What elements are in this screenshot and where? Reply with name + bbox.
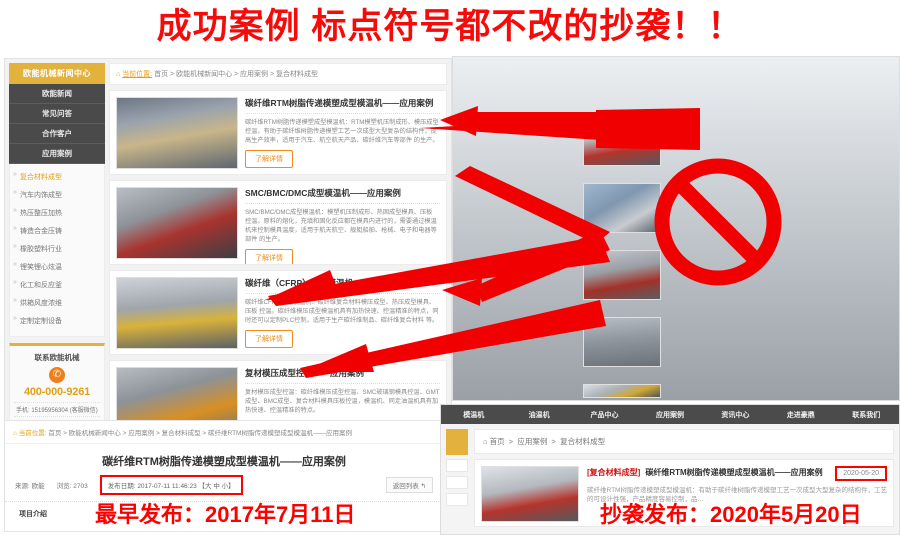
sidebar-item-faq[interactable]: 常见问答: [9, 104, 105, 124]
article-thumbnail: [116, 187, 238, 259]
sidebar-sub-oven[interactable]: 烘箱风度浓维: [10, 294, 104, 312]
copycat-sidebar: 应用案例 化工反应釜控温 热压成型控温 铸铝合金压铸 复合材料成型 锂笑锂池控温…: [453, 57, 899, 400]
article-title[interactable]: 碳纤维RTM树脂传递模塑成型模温机——应用案例: [245, 97, 440, 109]
breadcrumb: ⌂ 当前位置: 首页 > 欧能机械新闻中心 > 应用案例 > 复合材料成型: [109, 63, 447, 85]
contact-title: 联系欧能机械: [34, 353, 80, 362]
sidebar-item-cases[interactable]: 应用案例: [9, 144, 105, 164]
article-desc: 碳纤维RTM树脂传递模塑成型模温机：RTM模塑机压制成形、模压成型 控温，有助于…: [245, 119, 439, 144]
publish-date-highlight: 2020-05-20: [835, 466, 887, 481]
breadcrumb: ⌂ 当前位置: 首页 > 欧能机械新闻中心 > 应用案例 > 复合材料成型 > …: [5, 421, 443, 444]
article-thumbnail: [583, 116, 661, 166]
breadcrumb-label: 当前位置:: [18, 430, 47, 437]
article-title[interactable]: 碳纤维RTM树脂传递模塑成型模温机——应用案例: [645, 467, 822, 478]
sidebar-item-block[interactable]: [446, 476, 468, 489]
article-card[interactable]: 碳纤维（CFRP）成型模温机——应用案例 碳纤维CFRP成型模温机：碳纤维复合材…: [109, 270, 447, 355]
contact-phone: 400-000-9261: [23, 386, 91, 398]
page-headline: 成功案例 标点符号都不改的抄袭！！: [156, 7, 744, 46]
page-title: 碳纤维RTM树脂传递模塑成型模温机——应用案例: [102, 456, 346, 468]
annotation-copied: 抄袭发布：2020年5月20日: [600, 502, 862, 527]
breadcrumb-path: 首页 > 欧能机械新闻中心 > 应用案例 > 复合材料成型: [154, 71, 319, 78]
article-thumbnail: [583, 384, 661, 398]
back-to-list-button[interactable]: 返回列表 ↰: [385, 477, 433, 493]
article-title[interactable]: 碳纤维（CFRP）成型模温机——应用案例: [245, 277, 440, 289]
annotation-earliest: 最早发布：2017年7月11日: [95, 502, 356, 527]
sidebar-sub-composite[interactable]: 复合材料成型: [10, 168, 104, 186]
sidebar-sub-chemical[interactable]: 化工和反应釜: [10, 276, 104, 294]
detail-button[interactable]: 了解详情: [245, 330, 293, 348]
article-thumbnail: [481, 466, 579, 522]
nav-item-cases[interactable]: 应用案例: [637, 410, 702, 420]
sidebar-sub-diecast[interactable]: 铸造合金压铸: [10, 222, 104, 240]
detail-button[interactable]: 了解详情: [245, 150, 293, 168]
nav-item-news[interactable]: 资讯中心: [703, 410, 768, 420]
divider: [245, 383, 440, 384]
article-thumbnail: [116, 277, 238, 349]
phone-icon: ✆: [49, 367, 65, 383]
breadcrumb-path: 首页 > 欧能机械新闻中心 > 应用案例 > 复合材料成型 > 碳纤维RTM树脂…: [48, 430, 352, 437]
nav-item-oil-temp[interactable]: 油温机: [506, 410, 571, 420]
breadcrumb-segment-home[interactable]: 首页: [490, 437, 505, 446]
sidebar-item-clients[interactable]: 合作客户: [9, 124, 105, 144]
breadcrumb-label: 当前位置:: [122, 71, 153, 78]
sidebar-sub-custom[interactable]: 定制定制设备: [10, 312, 104, 330]
original-main-column: ⌂ 当前位置: 首页 > 欧能机械新闻中心 > 应用案例 > 复合材料成型 碳纤…: [109, 63, 447, 432]
sidebar-sub-battery[interactable]: 锂笑锂心炫温: [10, 258, 104, 276]
copycat-detail-sidebar: [446, 429, 468, 527]
article-source: 来源: 欧能: [15, 483, 45, 490]
home-icon: ⌂: [116, 71, 121, 78]
sidebar-sub-auto-interior[interactable]: 汽车内饰成型: [10, 186, 104, 204]
copycat-site-panel: 欧诺机械首页 模温机 油温机 产品中心 应用案例 资讯中心 走进豪鼎 联系我们 …: [452, 56, 900, 401]
article-title[interactable]: 复材模压成型控温——应用案例: [245, 367, 440, 379]
nav-item-mold-temp[interactable]: 模温机: [441, 410, 506, 420]
home-icon: ⌂: [483, 437, 488, 446]
article-thumbnail: [583, 183, 661, 233]
article-thumbnail: [116, 97, 238, 169]
product-recommend-image[interactable]: [453, 57, 899, 400]
contact-mobile: 手机: 15195956304 (客服微信): [14, 402, 100, 416]
screenshot-root: 成功案例 标点符号都不改的抄袭！！ 欧能机械新闻中心 欧能新闻 常见问答 合作客…: [0, 0, 900, 535]
article-thumbnail: [583, 317, 661, 367]
breadcrumb: ⌂ 首页 > 应用案例 > 复合材料成型: [474, 429, 894, 454]
nav-item-contact[interactable]: 联系我们: [834, 410, 899, 420]
detail-button[interactable]: 了解详情: [245, 249, 293, 264]
article-card[interactable]: 碳纤维RTM树脂传递模塑成型模温机——应用案例 碳纤维RTM树脂传递模塑成型模温…: [109, 90, 447, 175]
nav-item-about[interactable]: 走进豪鼎: [768, 410, 833, 420]
sidebar-item-block[interactable]: [446, 459, 468, 472]
original-sidebar: 欧能机械新闻中心 欧能新闻 常见问答 合作客户 应用案例 复合材料成型 汽车内饰…: [9, 63, 105, 432]
breadcrumb-segment-composite[interactable]: 复合材料成型: [560, 437, 605, 446]
category-tag: [复合材料成型]: [587, 468, 641, 477]
article-card[interactable]: SMC/BMC/DMC成型模温机——应用案例 SMC/BMC/DMC成型模温机：…: [109, 180, 447, 265]
article-desc: 复材模压成型控温：碳纤维模压成型控温、SMC玻璃钢模具控温、GMT成型、BMC成…: [245, 389, 440, 414]
breadcrumb-segment-cases[interactable]: 应用案例: [517, 437, 547, 446]
sidebar-item-block[interactable]: [446, 493, 468, 506]
sidebar-item-news[interactable]: 欧能新闻: [9, 84, 105, 104]
divider: [245, 293, 440, 294]
publish-date-highlight: 发布日期: 2017-07-11 11:46:23 【大 中 小】: [99, 475, 243, 495]
sidebar-sub-hotpress[interactable]: 热压整压加热: [10, 204, 104, 222]
copycat-detail-navbar: 模温机 油温机 产品中心 应用案例 资讯中心 走进豪鼎 联系我们: [441, 405, 899, 424]
article-title[interactable]: SMC/BMC/DMC成型模温机——应用案例: [245, 187, 440, 199]
article-desc: 碳纤维CFRP成型模温机：碳纤维复合材料模压成型、热压成型模具、压板 控温。碳纤…: [245, 299, 439, 324]
divider: [245, 113, 440, 114]
article-thumbnail: [583, 250, 661, 300]
original-sidebar-sublist: 复合材料成型 汽车内饰成型 热压整压加热 铸造合金压铸 橡胶塑料行业 锂笑锂心炫…: [9, 164, 105, 337]
divider: [245, 203, 440, 204]
article-desc: SMC/BMC/DMC成型模温机：模塑机压制成形、热固成型模具、压板 控温。原料…: [245, 209, 437, 243]
article-views: 浏览: 2703: [56, 483, 88, 490]
nav-item-products[interactable]: 产品中心: [572, 410, 637, 420]
original-site-panel: 欧能机械新闻中心 欧能新闻 常见问答 合作客户 应用案例 复合材料成型 汽车内饰…: [4, 58, 452, 433]
home-icon: ⌂: [13, 430, 17, 437]
sidebar-sub-rubber[interactable]: 橡胶塑料行业: [10, 240, 104, 258]
original-sidebar-header: 欧能机械新闻中心: [9, 63, 105, 84]
sidebar-header-block: [446, 429, 468, 455]
